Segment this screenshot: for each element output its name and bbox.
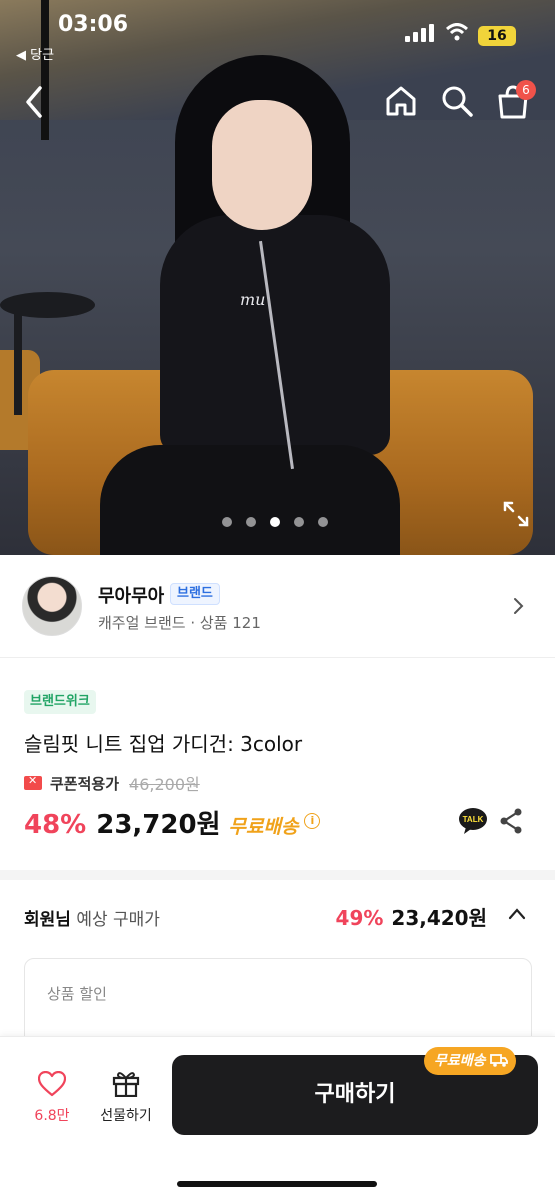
search-button[interactable] — [440, 84, 474, 118]
product-discount-label: 상품 할인 — [47, 985, 107, 1003]
member-discount-rate: 49% — [335, 906, 384, 930]
section-divider — [0, 870, 555, 880]
image-table-leg — [14, 305, 22, 415]
original-price: 46,200원 — [129, 775, 200, 794]
brand-row[interactable]: 무아무아 브랜드 캐주얼 브랜드 · 상품 121 — [0, 556, 555, 658]
collapse-toggle-button[interactable] — [507, 906, 527, 922]
image-model: mu — [100, 45, 420, 555]
member-price: 23,420원 — [391, 906, 487, 930]
share-icon — [500, 808, 522, 834]
cart-count-badge: 6 — [516, 80, 536, 100]
expand-image-button[interactable] — [502, 500, 530, 528]
chevron-left-icon — [26, 86, 42, 118]
coupon-icon — [24, 774, 42, 790]
battery-indicator: 16 — [478, 26, 516, 46]
home-indicator — [177, 1181, 377, 1187]
gallery-pagination — [222, 517, 328, 527]
share-button[interactable] — [498, 807, 524, 835]
like-count: 6.8만 — [34, 1108, 70, 1124]
free-shipping-bubble: 무료배송 — [424, 1047, 516, 1075]
back-to-app-link[interactable]: ◀ 당근 — [16, 44, 54, 63]
chevron-up-icon — [508, 908, 526, 920]
gift-label: 선물하기 — [100, 1108, 152, 1124]
gift-icon — [112, 1072, 140, 1098]
back-button[interactable] — [20, 84, 50, 120]
gallery-dot[interactable] — [318, 517, 328, 527]
member-price-row: 49% 23,420원 — [336, 902, 487, 931]
gift-button[interactable]: 선물하기 — [94, 1069, 158, 1129]
truck-icon — [489, 1054, 508, 1067]
gallery-dot[interactable] — [246, 517, 256, 527]
brand-week-badge: 브랜드위크 — [24, 690, 96, 714]
home-icon — [386, 86, 416, 116]
cart-button[interactable]: 6 — [496, 80, 536, 120]
expand-icon — [503, 501, 529, 527]
product-image[interactable]: mu 03:06 ◀ 당근 16 6 — [0, 0, 555, 555]
brand-avatar — [22, 576, 82, 636]
signal-icon — [405, 24, 435, 42]
search-icon — [442, 86, 473, 117]
info-icon[interactable]: i — [304, 813, 321, 829]
svg-text:TALK: TALK — [463, 815, 484, 824]
brand-chip: 브랜드 — [170, 583, 220, 605]
discount-rate: 48% — [24, 810, 87, 840]
heart-icon — [37, 1070, 67, 1097]
status-time: 03:06 — [58, 12, 129, 37]
gallery-dot-active[interactable] — [270, 517, 280, 527]
sale-price: 23,720원 — [96, 810, 221, 840]
brand-subtitle: 캐주얼 브랜드 · 상품 121 — [98, 614, 261, 632]
bottom-action-bar: 6.8만 선물하기 구매하기 무료배송 — [0, 1036, 555, 1200]
kakao-talk-button[interactable]: TALK — [458, 807, 488, 835]
gallery-dot[interactable] — [222, 517, 232, 527]
wifi-icon — [445, 22, 469, 46]
coupon-label: 쿠폰적용가 — [50, 774, 120, 793]
chevron-right-icon — [512, 596, 526, 616]
gallery-dot[interactable] — [294, 517, 304, 527]
like-button[interactable]: 6.8만 — [26, 1070, 78, 1131]
member-price-label: 회원님 예상 구매가 — [24, 910, 160, 930]
coupon-price-row: 쿠폰적용가 46,200원 — [24, 772, 200, 794]
price-row: 48% 23,720원 무료배송 i — [24, 804, 321, 840]
product-title: 슬림핏 니트 집업 가디건: 3color — [24, 732, 303, 756]
free-shipping-label: 무료배송 — [228, 816, 299, 838]
home-button[interactable] — [384, 84, 418, 118]
status-bar: 03:06 ◀ 당근 16 — [0, 0, 555, 63]
brand-name: 무아무아 — [98, 586, 165, 607]
talk-icon: TALK — [459, 808, 487, 834]
